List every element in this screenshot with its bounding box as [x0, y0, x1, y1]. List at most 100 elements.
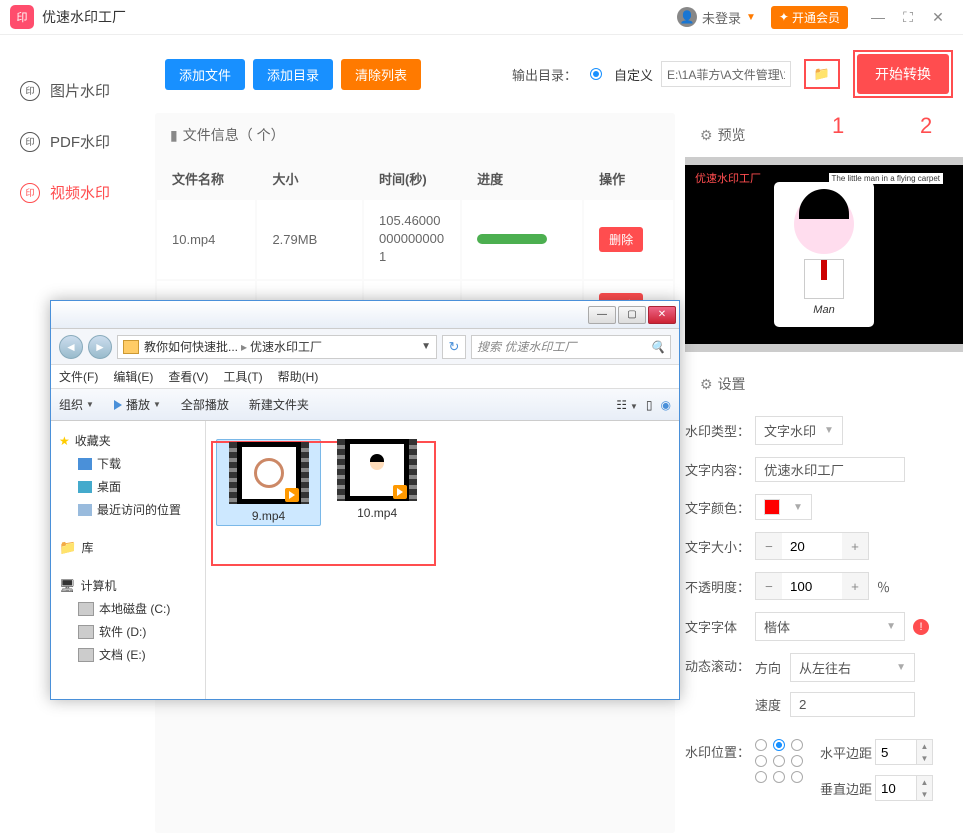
menu-edit[interactable]: 编辑(E) [113, 368, 153, 385]
custom-radio-label: 自定义 [614, 65, 653, 84]
app-logo-icon: 印 [10, 5, 34, 29]
preview-area: 优速水印工厂 The little man in a flying carpet… [685, 157, 963, 352]
output-path-input[interactable] [661, 61, 791, 87]
table-row: 10.mp4 2.79MB 105.460000000000001 删除 [157, 200, 673, 279]
wm-type-label: 水印类型： [685, 421, 755, 440]
menu-help[interactable]: 帮助(H) [278, 368, 319, 385]
spin-up-icon[interactable]: ▲ [916, 776, 932, 788]
sidebar-item-pdf-wm[interactable]: 印 PDF水印 [0, 116, 155, 167]
close-button[interactable]: ✕ [923, 9, 953, 26]
output-dir-label: 输出目录： [512, 65, 577, 84]
titlebar: 印 优速水印工厂 👤 未登录 ▼ ✦ 开通会员 — ⛶ ✕ [0, 0, 963, 35]
settings-panel: 水印类型： 文字水印▼ 文字内容： 文字颜色： ▼ 文字大小： − [685, 406, 963, 833]
address-bar[interactable]: 教你如何快速批... ▸ 优速水印工厂 ▼ [117, 335, 437, 359]
h-margin-spinner[interactable]: ▲▼ [875, 739, 933, 765]
start-convert-button[interactable]: 开始转换 [857, 54, 949, 94]
menu-tools[interactable]: 工具(T) [223, 368, 262, 385]
explorer-min-button[interactable]: — [588, 306, 616, 324]
explorer-titlebar[interactable]: — ▢ ✕ [51, 301, 679, 329]
annotation-1: 1 [832, 113, 844, 139]
refresh-button[interactable]: ↻ [442, 335, 466, 359]
login-status[interactable]: 未登录 [702, 8, 741, 27]
font-size-stepper[interactable]: − + [755, 532, 869, 560]
opacity-value[interactable] [782, 575, 842, 598]
explorer-file-area[interactable]: 9.mp4 10.mp4 [206, 421, 679, 699]
font-family-select[interactable]: 楷体▼ [755, 612, 905, 641]
file-panel-header: ▮ 文件信息（ 个） [155, 113, 675, 157]
explorer-tree: 收藏夹 下载 桌面 最近访问的位置 库 计算机 本地磁盘 (C:) 软件 (D:… [51, 421, 206, 699]
sidebar-item-video-wm[interactable]: 印 视频水印 [0, 167, 155, 218]
warning-icon[interactable]: ! [913, 619, 929, 635]
view-mode-button[interactable]: ☷▼ [616, 398, 638, 412]
increase-button[interactable]: + [842, 573, 868, 599]
nav-forward-button[interactable]: ► [88, 335, 112, 359]
menu-view[interactable]: 查看(V) [168, 368, 208, 385]
progress-bar [477, 234, 547, 244]
gear-icon: ⚙ [700, 127, 713, 144]
text-content-input[interactable] [755, 457, 905, 482]
tree-computer[interactable]: 计算机 [56, 574, 200, 597]
chevron-down-icon: ▼ [153, 400, 161, 409]
explorer-nav: ◄ ► 教你如何快速批... ▸ 优速水印工厂 ▼ ↻ 搜索 优速水印工厂 🔍 [51, 329, 679, 365]
direction-select[interactable]: 从左往右▼ [790, 653, 915, 682]
color-select[interactable]: ▼ [755, 494, 812, 520]
col-time: 时间(秒) [364, 159, 460, 198]
preview-pane-button[interactable]: ▯ [646, 398, 653, 412]
delete-row-button[interactable]: 删除 [599, 227, 643, 252]
help-button[interactable]: ◉ [661, 398, 671, 412]
tree-desktop[interactable]: 桌面 [56, 475, 200, 498]
position-label: 水印位置： [685, 739, 755, 761]
spin-down-icon[interactable]: ▼ [916, 788, 932, 800]
increase-button[interactable]: + [842, 533, 868, 559]
menu-file[interactable]: 文件(F) [59, 368, 98, 385]
opacity-unit: ％ [877, 577, 890, 596]
tree-favorites[interactable]: 收藏夹 [56, 429, 200, 452]
decrease-button[interactable]: − [756, 573, 782, 599]
tree-library[interactable]: 库 [56, 536, 200, 559]
folder-icon [123, 340, 139, 354]
spin-up-icon[interactable]: ▲ [916, 740, 932, 752]
v-margin-spinner[interactable]: ▲▼ [875, 775, 933, 801]
sidebar-item-image-wm[interactable]: 印 图片水印 [0, 65, 155, 116]
user-icon[interactable]: 👤 [677, 7, 697, 27]
browse-folder-button[interactable]: 📁 [804, 59, 840, 89]
gear-icon: ⚙ [700, 376, 713, 393]
tree-drive-c[interactable]: 本地磁盘 (C:) [56, 597, 200, 620]
wm-type-select[interactable]: 文字水印▼ [755, 416, 843, 445]
add-file-button[interactable]: 添加文件 [165, 59, 245, 90]
explorer-max-button[interactable]: ▢ [618, 306, 646, 324]
explorer-search-input[interactable]: 搜索 优速水印工厂 🔍 [471, 335, 671, 359]
add-dir-button[interactable]: 添加目录 [253, 59, 333, 90]
login-dropdown-icon[interactable]: ▼ [746, 12, 756, 23]
custom-radio[interactable] [590, 68, 602, 80]
color-swatch-icon [764, 499, 780, 515]
explorer-close-button[interactable]: ✕ [648, 306, 676, 324]
open-vip-button[interactable]: ✦ 开通会员 [771, 6, 848, 29]
play-button[interactable]: 播放▼ [114, 396, 161, 413]
video-wm-icon: 印 [20, 183, 40, 203]
tree-drive-d[interactable]: 软件 (D:) [56, 620, 200, 643]
chevron-down-icon[interactable]: ▼ [421, 341, 431, 352]
opacity-stepper[interactable]: − + [755, 572, 869, 600]
tree-recent[interactable]: 最近访问的位置 [56, 498, 200, 521]
font-size-value[interactable] [782, 535, 842, 558]
settings-header: ⚙ 设置 [685, 362, 963, 406]
tree-drive-e[interactable]: 文档 (E:) [56, 643, 200, 666]
font-family-label: 文字字体 [685, 617, 755, 636]
minimize-button[interactable]: — [863, 9, 893, 25]
nav-back-button[interactable]: ◄ [59, 335, 83, 359]
organize-button[interactable]: 组织▼ [59, 396, 94, 413]
tree-downloads[interactable]: 下载 [56, 452, 200, 475]
text-content-label: 文字内容： [685, 460, 755, 479]
position-grid[interactable] [755, 739, 805, 783]
h-margin-label: 水平边距 [820, 743, 875, 762]
file-icon: ▮ [170, 127, 178, 144]
clear-list-button[interactable]: 清除列表 [341, 59, 421, 90]
v-margin-label: 垂直边距 [820, 779, 875, 798]
decrease-button[interactable]: − [756, 533, 782, 559]
new-folder-button[interactable]: 新建文件夹 [249, 396, 309, 413]
chevron-down-icon: ▼ [896, 662, 906, 673]
play-all-button[interactable]: 全部播放 [181, 396, 229, 413]
maximize-button[interactable]: ⛶ [893, 9, 923, 26]
spin-down-icon[interactable]: ▼ [916, 752, 932, 764]
